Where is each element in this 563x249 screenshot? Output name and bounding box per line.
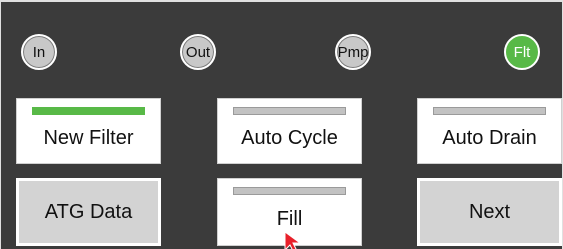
indicator-out-label: Out: [185, 43, 211, 61]
fill-status-bar: [233, 187, 346, 195]
new-filter-status-bar: [32, 107, 145, 115]
auto-drain-status-bar: [433, 107, 546, 115]
new-filter-button[interactable]: New Filter: [16, 98, 161, 164]
indicator-flt: Flt: [504, 34, 540, 70]
mouse-pointer-icon: [284, 231, 302, 249]
indicator-out: Out: [180, 34, 216, 70]
auto-drain-label: Auto Drain: [442, 126, 537, 149]
auto-cycle-label: Auto Cycle: [241, 126, 338, 149]
control-panel: In Out Pmp Flt New Filter Auto Cycle Aut…: [0, 0, 563, 249]
indicator-pmp-label: Pmp: [337, 43, 369, 61]
indicator-in: In: [21, 34, 57, 70]
auto-drain-button[interactable]: Auto Drain: [417, 98, 562, 164]
indicator-flt-label: Flt: [513, 43, 531, 61]
atg-data-button[interactable]: ATG Data: [16, 178, 161, 246]
atg-data-label: ATG Data: [44, 200, 133, 223]
auto-cycle-button[interactable]: Auto Cycle: [217, 98, 362, 164]
indicator-in-label: In: [32, 43, 46, 61]
next-button[interactable]: Next: [417, 178, 562, 246]
auto-cycle-status-bar: [233, 107, 346, 115]
fill-label: Fill: [276, 207, 303, 230]
indicator-pmp: Pmp: [335, 34, 371, 70]
new-filter-label: New Filter: [43, 126, 134, 149]
next-label: Next: [468, 200, 511, 223]
